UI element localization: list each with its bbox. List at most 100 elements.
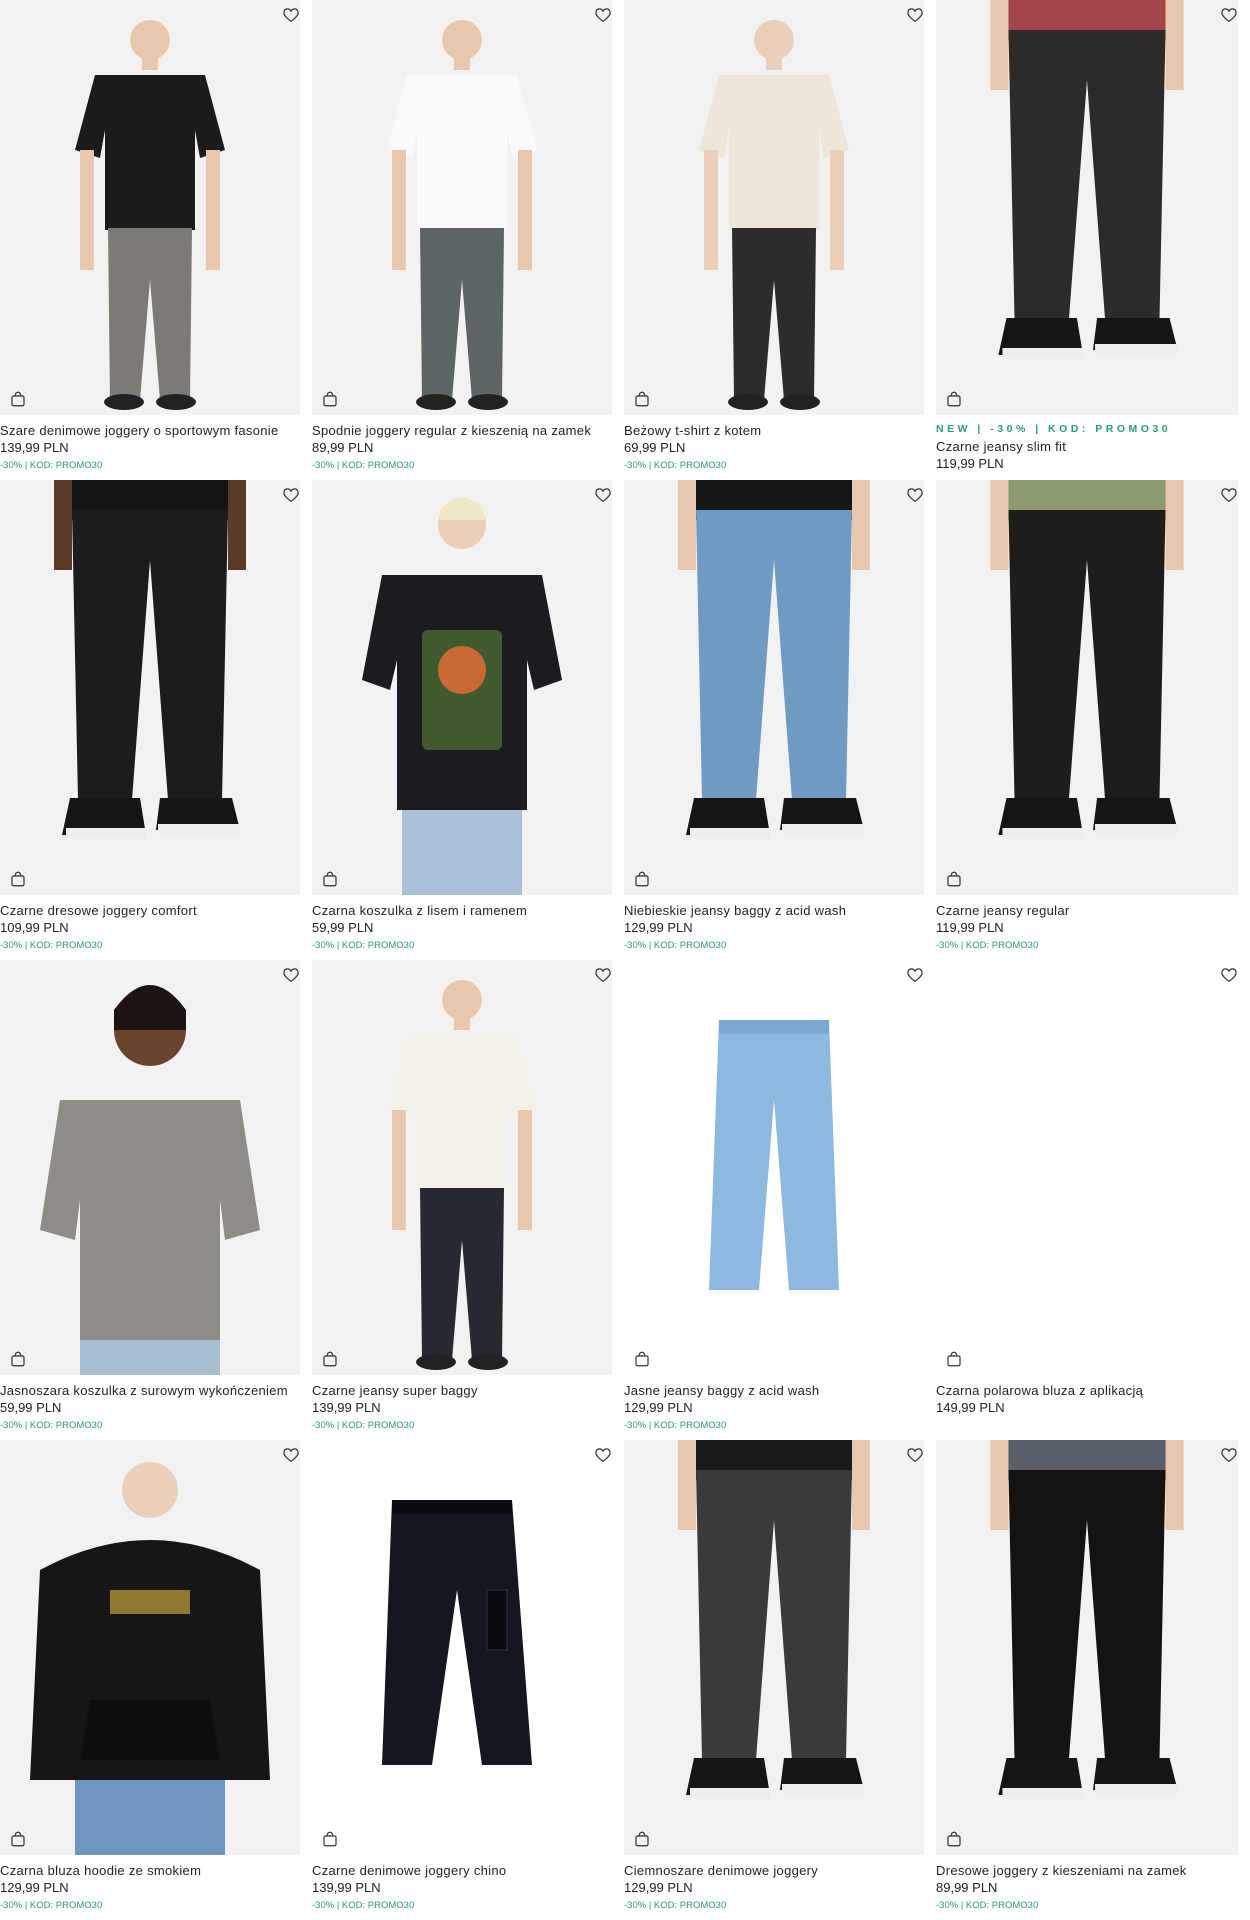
product-name[interactable]: Czarne jeansy regular [936,903,1236,919]
product-image[interactable] [0,0,300,415]
product-image[interactable] [0,480,300,895]
product-image[interactable] [624,480,924,895]
product-card[interactable]: Czarna polarowa bluza z aplikacją 149,99… [936,960,1250,1440]
product-image[interactable] [312,0,612,415]
heart-icon[interactable] [906,1446,924,1464]
product-image[interactable] [312,1440,612,1855]
shopping-bag-icon[interactable] [945,390,963,408]
shopping-bag-icon[interactable] [945,1350,963,1368]
shopping-bag-icon[interactable] [9,1350,27,1368]
product-card[interactable]: Spodnie joggery regular z kieszenią na z… [312,0,624,480]
product-card[interactable]: Czarne jeansy super baggy 139,99 PLN -30… [312,960,624,1440]
product-image[interactable] [624,0,924,415]
product-name[interactable]: Beżowy t-shirt z kotem [624,423,924,439]
heart-icon[interactable] [282,6,300,24]
shopping-bag-icon[interactable] [945,1830,963,1848]
shopping-bag-icon[interactable] [321,870,339,888]
promo-code: -30% | KOD: PROMO30 [624,460,727,471]
product-name[interactable]: Czarna polarowa bluza z aplikacją [936,1383,1236,1399]
product-grid: Szare denimowe joggery o sportowym fason… [0,0,1250,1920]
product-price: 59,99 PLN [0,1400,62,1415]
product-name[interactable]: Czarne dresowe joggery comfort [0,903,300,919]
product-card[interactable]: Czarne jeansy regular 119,99 PLN -30% | … [936,480,1250,960]
heart-icon[interactable] [1220,1446,1238,1464]
heart-icon[interactable] [906,486,924,504]
product-image[interactable] [312,960,612,1375]
promo-code: -30% | KOD: PROMO30 [312,1420,415,1431]
product-image[interactable] [936,0,1238,415]
shopping-bag-icon[interactable] [945,870,963,888]
product-name[interactable]: Spodnie joggery regular z kieszenią na z… [312,423,612,439]
product-name[interactable]: Czarne jeansy super baggy [312,1383,612,1399]
heart-icon[interactable] [594,486,612,504]
shopping-bag-icon[interactable] [9,1830,27,1848]
product-name[interactable]: Czarna bluza hoodie ze smokiem [0,1863,300,1879]
product-card[interactable]: Czarna koszulka z lisem i ramenem 59,99 … [312,480,624,960]
product-info: Jasnoszara koszulka z surowym wykończeni… [0,1383,300,1433]
product-info: Czarna koszulka z lisem i ramenem 59,99 … [312,903,612,953]
product-image[interactable] [936,1440,1238,1855]
heart-icon[interactable] [282,966,300,984]
product-card[interactable]: Szare denimowe joggery o sportowym fason… [0,0,312,480]
product-image[interactable] [624,1440,924,1855]
product-info: Jasne jeansy baggy z acid wash 129,99 PL… [624,1383,924,1433]
product-card[interactable]: Czarne dresowe joggery comfort 109,99 PL… [0,480,312,960]
heart-icon[interactable] [906,6,924,24]
product-card[interactable]: Czarna bluza hoodie ze smokiem 129,99 PL… [0,1440,312,1920]
heart-icon[interactable] [594,6,612,24]
heart-icon[interactable] [1220,6,1238,24]
heart-icon[interactable] [1220,486,1238,504]
product-price: 109,99 PLN [0,920,69,935]
product-card[interactable]: Niebieskie jeansy baggy z acid wash 129,… [624,480,936,960]
product-card[interactable]: Jasnoszara koszulka z surowym wykończeni… [0,960,312,1440]
product-name[interactable]: Czarne jeansy slim fit [936,439,1236,455]
heart-icon[interactable] [594,1446,612,1464]
heart-icon[interactable] [282,486,300,504]
product-price: 89,99 PLN [936,1880,998,1895]
promo-code: -30% | KOD: PROMO30 [624,1900,727,1911]
product-image[interactable] [312,480,612,895]
product-image[interactable] [0,1440,300,1855]
product-name[interactable]: Dresowe joggery z kieszeniami na zamek [936,1863,1236,1879]
promo-code: -30% | KOD: PROMO30 [936,940,1039,951]
product-image[interactable] [624,960,924,1375]
shopping-bag-icon[interactable] [9,870,27,888]
product-name[interactable]: Ciemnoszare denimowe joggery [624,1863,924,1879]
product-price: 129,99 PLN [624,920,693,935]
product-name[interactable]: Czarne denimowe joggery chino [312,1863,612,1879]
product-name[interactable]: Jasnoszara koszulka z surowym wykończeni… [0,1383,300,1399]
product-info: Czarne jeansy super baggy 139,99 PLN -30… [312,1383,612,1433]
product-name[interactable]: Szare denimowe joggery o sportowym fason… [0,423,300,439]
product-image[interactable] [936,480,1238,895]
shopping-bag-icon[interactable] [321,1350,339,1368]
shopping-bag-icon[interactable] [633,390,651,408]
product-card[interactable]: Dresowe joggery z kieszeniami na zamek 8… [936,1440,1250,1920]
shopping-bag-icon[interactable] [321,390,339,408]
shopping-bag-icon[interactable] [633,1830,651,1848]
shopping-bag-icon[interactable] [9,390,27,408]
product-image[interactable] [936,960,1238,1375]
heart-icon[interactable] [594,966,612,984]
promo-badge: NEW | -30% | KOD: PROMO30 [936,423,1172,435]
product-name[interactable]: Niebieskie jeansy baggy z acid wash [624,903,924,919]
heart-icon[interactable] [1220,966,1238,984]
product-name[interactable]: Czarna koszulka z lisem i ramenem [312,903,612,919]
product-card[interactable]: Czarne denimowe joggery chino 139,99 PLN… [312,1440,624,1920]
product-card[interactable]: Jasne jeansy baggy z acid wash 129,99 PL… [624,960,936,1440]
shopping-bag-icon[interactable] [633,1350,651,1368]
product-price: 139,99 PLN [0,440,69,455]
product-card[interactable]: NEW | -30% | KOD: PROMO30 Czarne jeansy … [936,0,1250,480]
shopping-bag-icon[interactable] [633,870,651,888]
product-info: Czarne jeansy regular 119,99 PLN -30% | … [936,903,1236,953]
shopping-bag-icon[interactable] [321,1830,339,1848]
product-info: Czarna polarowa bluza z aplikacją 149,99… [936,1383,1236,1416]
product-image[interactable] [0,960,300,1375]
product-price: 119,99 PLN [936,456,1004,471]
heart-icon[interactable] [282,1446,300,1464]
product-card[interactable]: Ciemnoszare denimowe joggery 129,99 PLN … [624,1440,936,1920]
product-name[interactable]: Jasne jeansy baggy z acid wash [624,1383,924,1399]
product-card[interactable]: Beżowy t-shirt z kotem 69,99 PLN -30% | … [624,0,936,480]
heart-icon[interactable] [906,966,924,984]
product-info: Ciemnoszare denimowe joggery 129,99 PLN … [624,1863,924,1913]
product-info: Czarne denimowe joggery chino 139,99 PLN… [312,1863,612,1913]
